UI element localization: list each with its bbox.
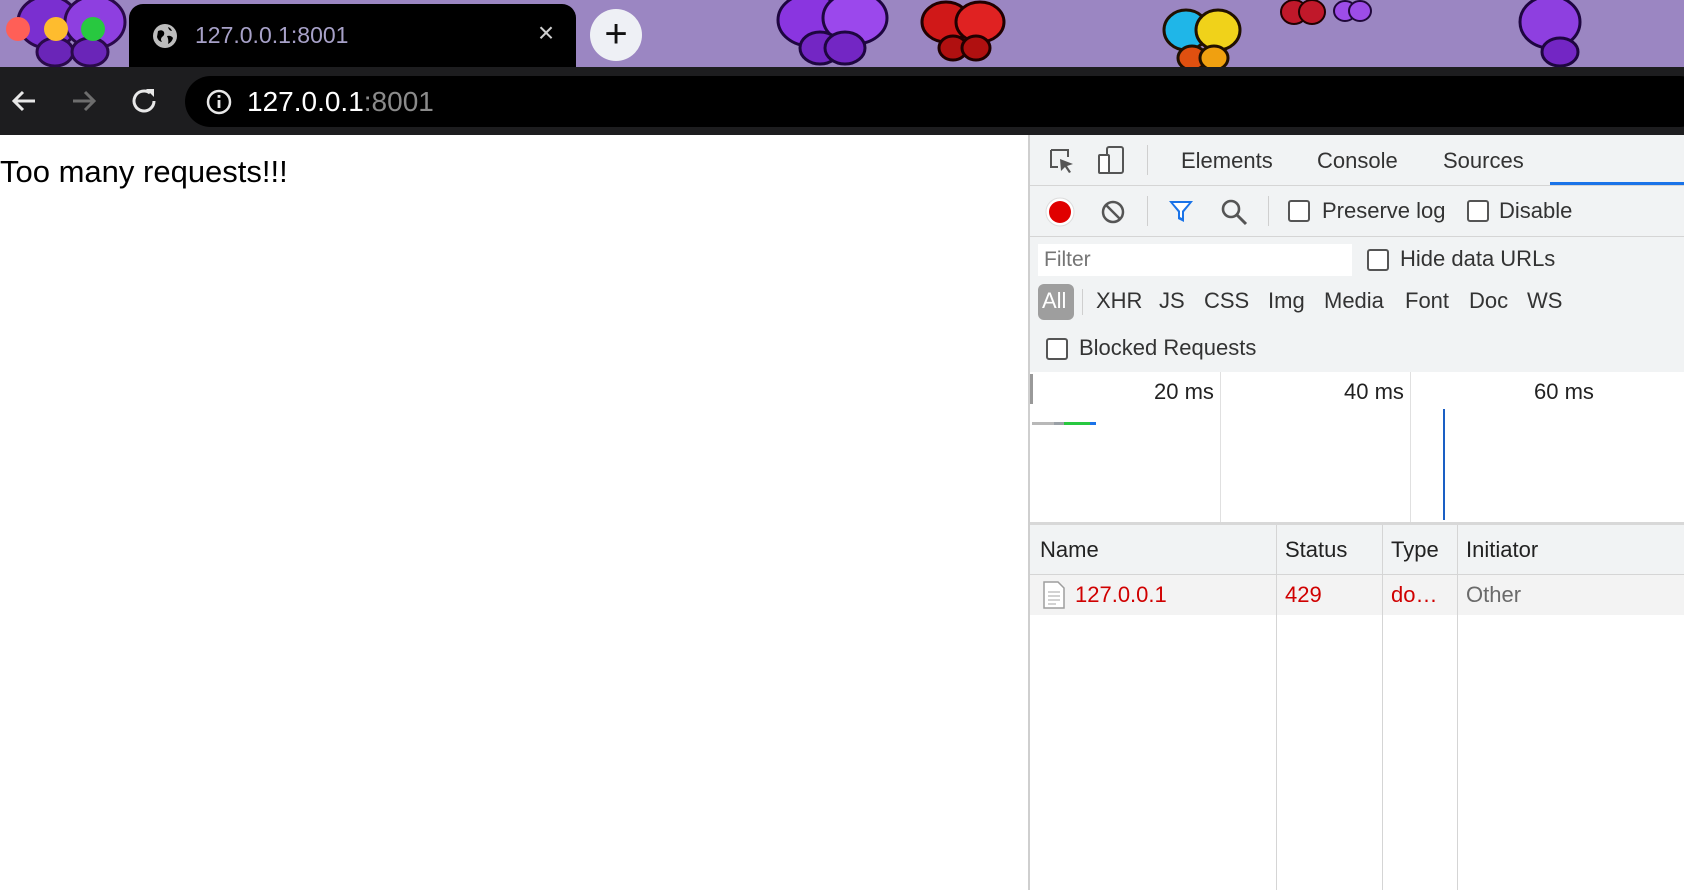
tab-elements[interactable]: Elements: [1181, 148, 1273, 174]
type-filter-css[interactable]: CSS: [1204, 288, 1249, 314]
toolbar-divider: [1147, 145, 1148, 175]
type-filter-media[interactable]: Media: [1324, 288, 1384, 314]
request-type: do…: [1391, 582, 1438, 607]
butterfly-decoration: [776, 0, 889, 66]
browser-title-bar: 127.0.0.1:8001 × +: [0, 0, 1684, 67]
tab-sources[interactable]: Sources: [1443, 148, 1524, 174]
column-header-name[interactable]: Name: [1040, 537, 1099, 563]
butterfly-decoration: [1162, 8, 1242, 67]
type-filter-font[interactable]: Font: [1405, 288, 1449, 314]
info-icon[interactable]: [205, 88, 233, 116]
window-close-button[interactable]: [6, 17, 30, 41]
request-waterfall-bar: [1090, 422, 1096, 425]
network-timeline-overview[interactable]: 20 ms 40 ms 60 ms: [1030, 372, 1684, 525]
request-initiator: Other: [1466, 582, 1522, 607]
preserve-log-checkbox[interactable]: [1288, 200, 1310, 222]
request-name: 127.0.0.1: [1075, 582, 1167, 607]
tab-console[interactable]: Console: [1317, 148, 1398, 174]
browser-toolbar: 127.0.0.1:8001: [0, 67, 1684, 135]
timeline-gridline: [1220, 372, 1221, 522]
dom-content-loaded-marker: [1443, 409, 1445, 520]
hide-data-urls-checkbox[interactable]: [1367, 249, 1389, 271]
toolbar-divider: [1268, 196, 1269, 226]
document-icon: [1043, 581, 1065, 609]
type-filter-xhr[interactable]: XHR: [1096, 288, 1142, 314]
request-status: 429: [1285, 582, 1322, 607]
type-filter-img[interactable]: Img: [1268, 288, 1305, 314]
close-icon[interactable]: ×: [531, 18, 561, 48]
browser-tab[interactable]: 127.0.0.1:8001 ×: [129, 4, 576, 67]
timeline-tick-60ms: 60 ms: [1534, 379, 1594, 404]
table-row[interactable]: 127.0.0.1 429 do… Other: [1030, 575, 1684, 615]
record-icon[interactable]: [1045, 197, 1075, 227]
window-zoom-button[interactable]: [81, 17, 105, 41]
timeline-gridline: [1410, 372, 1411, 522]
page-message: Too many requests!!!: [0, 154, 288, 189]
type-filter-doc[interactable]: Doc: [1469, 288, 1508, 314]
blocked-requests-label: Blocked Requests: [1079, 335, 1257, 360]
type-filter-js[interactable]: JS: [1159, 288, 1185, 314]
butterfly-decoration: [1280, 0, 1326, 25]
type-divider: [1082, 289, 1083, 315]
type-filter-all-label: All: [1042, 288, 1067, 313]
new-tab-button[interactable]: +: [590, 9, 642, 61]
column-divider[interactable]: [1382, 525, 1383, 890]
clear-icon[interactable]: [1099, 198, 1127, 226]
tab-title: 127.0.0.1:8001: [195, 22, 349, 48]
request-table-header: Name Status Type Initiator: [1030, 525, 1684, 575]
active-tab-indicator: [1550, 182, 1684, 185]
url-text: 127.0.0.1:8001: [247, 86, 434, 118]
devtools-panel: Elements Console Sources Preserve log Di…: [1028, 135, 1684, 890]
back-arrow-icon[interactable]: [7, 84, 41, 118]
url-host: 127.0.0.1: [247, 86, 364, 117]
inspect-element-icon[interactable]: [1048, 147, 1076, 175]
column-header-status[interactable]: Status: [1285, 537, 1347, 563]
column-header-type[interactable]: Type: [1391, 537, 1439, 563]
request-waterfall-bar: [1032, 422, 1054, 425]
blocked-requests-checkbox[interactable]: [1046, 338, 1068, 360]
devtools-tab-bar: Elements Console Sources: [1030, 135, 1684, 186]
device-toolbar-icon[interactable]: [1096, 145, 1126, 175]
request-waterfall-bar: [1064, 422, 1090, 425]
timeline-tick-20ms: 20 ms: [1154, 379, 1214, 404]
timeline-start-marker: [1030, 374, 1033, 404]
type-filter-ws[interactable]: WS: [1527, 288, 1562, 314]
search-icon[interactable]: [1219, 197, 1249, 227]
column-divider[interactable]: [1276, 525, 1277, 890]
butterfly-decoration: [1333, 0, 1372, 22]
filter-input[interactable]: [1038, 244, 1352, 276]
globe-icon: [153, 24, 177, 48]
plus-icon: +: [604, 12, 628, 56]
window-minimize-button[interactable]: [44, 17, 68, 41]
filter-bar: Hide data URLs All XHR JS CSS Img Media …: [1030, 237, 1684, 373]
timeline-tick-40ms: 40 ms: [1344, 379, 1404, 404]
disable-cache-label: Disable: [1499, 198, 1573, 223]
hide-data-urls-label: Hide data URLs: [1400, 246, 1556, 271]
column-header-initiator[interactable]: Initiator: [1466, 537, 1538, 563]
toolbar-divider: [1147, 196, 1148, 226]
disable-cache-checkbox[interactable]: [1467, 200, 1489, 222]
network-toolbar: Preserve log Disable: [1030, 186, 1684, 237]
address-bar[interactable]: 127.0.0.1:8001: [185, 76, 1684, 127]
forward-arrow-icon[interactable]: [67, 84, 101, 118]
column-divider[interactable]: [1457, 525, 1458, 890]
butterfly-decoration: [920, 0, 1006, 62]
reload-icon[interactable]: [127, 84, 161, 118]
preserve-log-label: Preserve log: [1322, 198, 1446, 223]
request-waterfall-bar: [1054, 422, 1064, 425]
url-port: :8001: [363, 86, 434, 117]
filter-icon[interactable]: [1167, 199, 1195, 225]
butterfly-decoration: [1518, 0, 1582, 67]
